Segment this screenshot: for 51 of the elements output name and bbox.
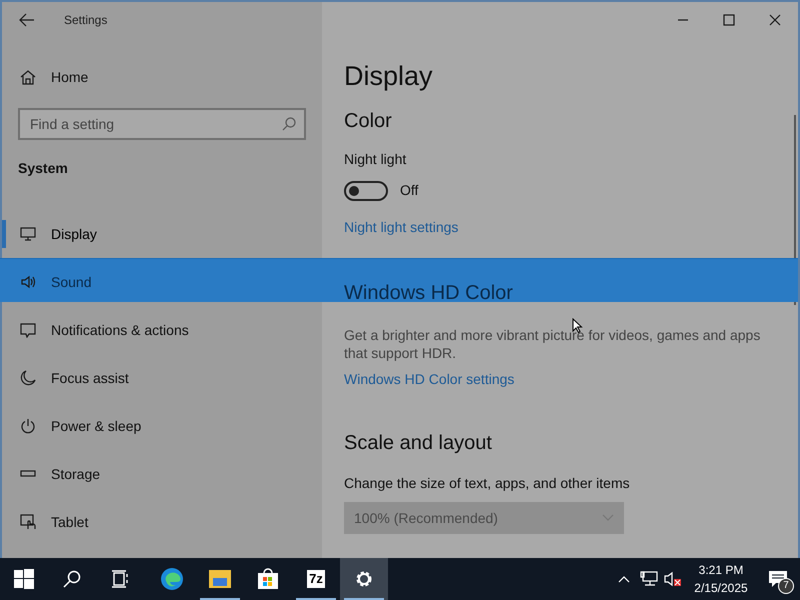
selection-bar (2, 220, 6, 248)
taskbar-button[interactable] (340, 558, 388, 600)
home-link[interactable]: Home (2, 66, 88, 88)
back-arrow-icon[interactable] (19, 13, 35, 27)
nav-item[interactable]: Storage (2, 450, 322, 498)
app-logo: 7z (307, 570, 325, 588)
shopping-bag-icon (257, 568, 279, 590)
running-indicator (296, 598, 336, 600)
search-field[interactable]: Find a setting (18, 108, 306, 140)
close-icon (769, 14, 781, 26)
search-icon (282, 117, 296, 131)
section-heading: System (18, 159, 69, 178)
toggle-switch[interactable] (344, 180, 388, 200)
tablet-icon (20, 514, 36, 530)
folder-icon (208, 568, 232, 590)
running-indicator (344, 598, 384, 600)
clock[interactable]: 3:21 PM 2/15/2025 (686, 561, 756, 597)
taskbar-button[interactable]: 7z (292, 558, 340, 600)
section-heading: Color (344, 109, 392, 134)
search-icon (63, 570, 81, 588)
task-view-icon (111, 570, 129, 588)
speaker-muted-icon[interactable] (664, 571, 682, 587)
gear-icon (354, 569, 374, 589)
notification-badge: 7 (778, 578, 794, 594)
nav-item[interactable]: Power & sleep (2, 402, 322, 450)
message-icon (20, 322, 36, 338)
action-center-button[interactable]: 7 (756, 558, 800, 600)
setting-label: Change the size of text, apps, and other items (344, 474, 630, 493)
browser-icon (160, 567, 184, 591)
moon-icon (20, 370, 36, 386)
nav-item[interactable]: Display (2, 210, 322, 258)
network-icon[interactable] (640, 571, 658, 587)
display-icon (20, 226, 36, 242)
home-icon (20, 69, 36, 85)
windows-logo-icon (14, 569, 34, 589)
nav-item[interactable]: Focus assist (2, 354, 322, 402)
chevron-down-icon (602, 514, 614, 522)
power-icon (20, 418, 36, 434)
section-heading: Windows HD Color (344, 281, 513, 306)
page-title: Display (344, 60, 433, 93)
chevron-up-icon[interactable] (618, 575, 630, 583)
window-title: Settings (64, 12, 108, 29)
running-indicator (200, 598, 240, 600)
section-heading: Scale and layout (344, 431, 492, 456)
nav-item[interactable]: Tablet (2, 498, 322, 546)
speaker-icon (20, 274, 36, 290)
toggle-state: Off (400, 181, 418, 200)
maximize-icon (723, 14, 735, 26)
setting-label: Night light (344, 150, 406, 169)
description: Get a brighter and more vibrant picture for videos, games and apps that support HDR. (344, 326, 762, 362)
nav-item[interactable]: Notifications & actions (2, 306, 322, 354)
